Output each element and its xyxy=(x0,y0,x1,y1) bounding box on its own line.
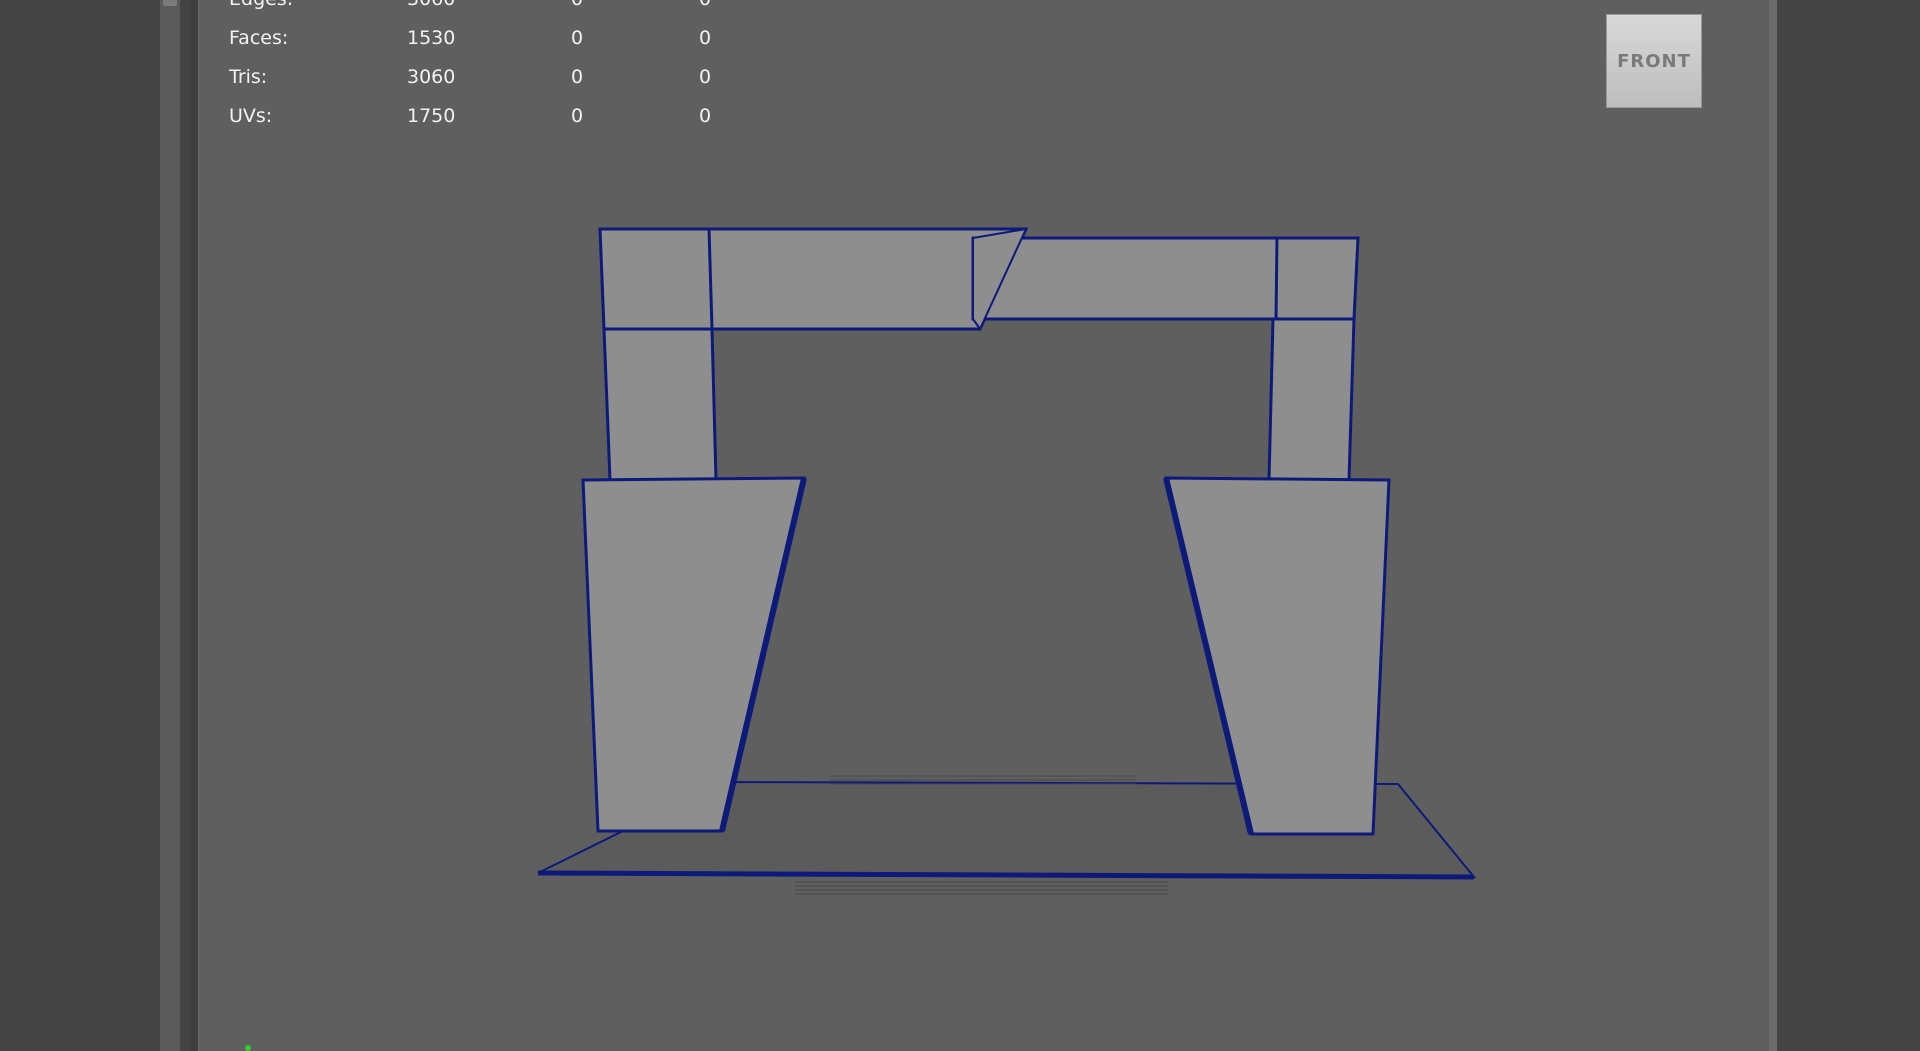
axis-indicator-icon xyxy=(245,1045,251,1051)
pedestal-right[interactable] xyxy=(1164,476,1391,836)
beam-right-edge xyxy=(1274,237,1279,320)
beam-left[interactable] xyxy=(598,227,1029,331)
pedestal-left[interactable] xyxy=(581,476,806,833)
scene-geometry[interactable] xyxy=(0,0,1920,1051)
column-right-upper[interactable] xyxy=(1267,317,1356,482)
column-left-upper[interactable] xyxy=(602,327,718,482)
beam-right[interactable] xyxy=(971,236,1360,321)
